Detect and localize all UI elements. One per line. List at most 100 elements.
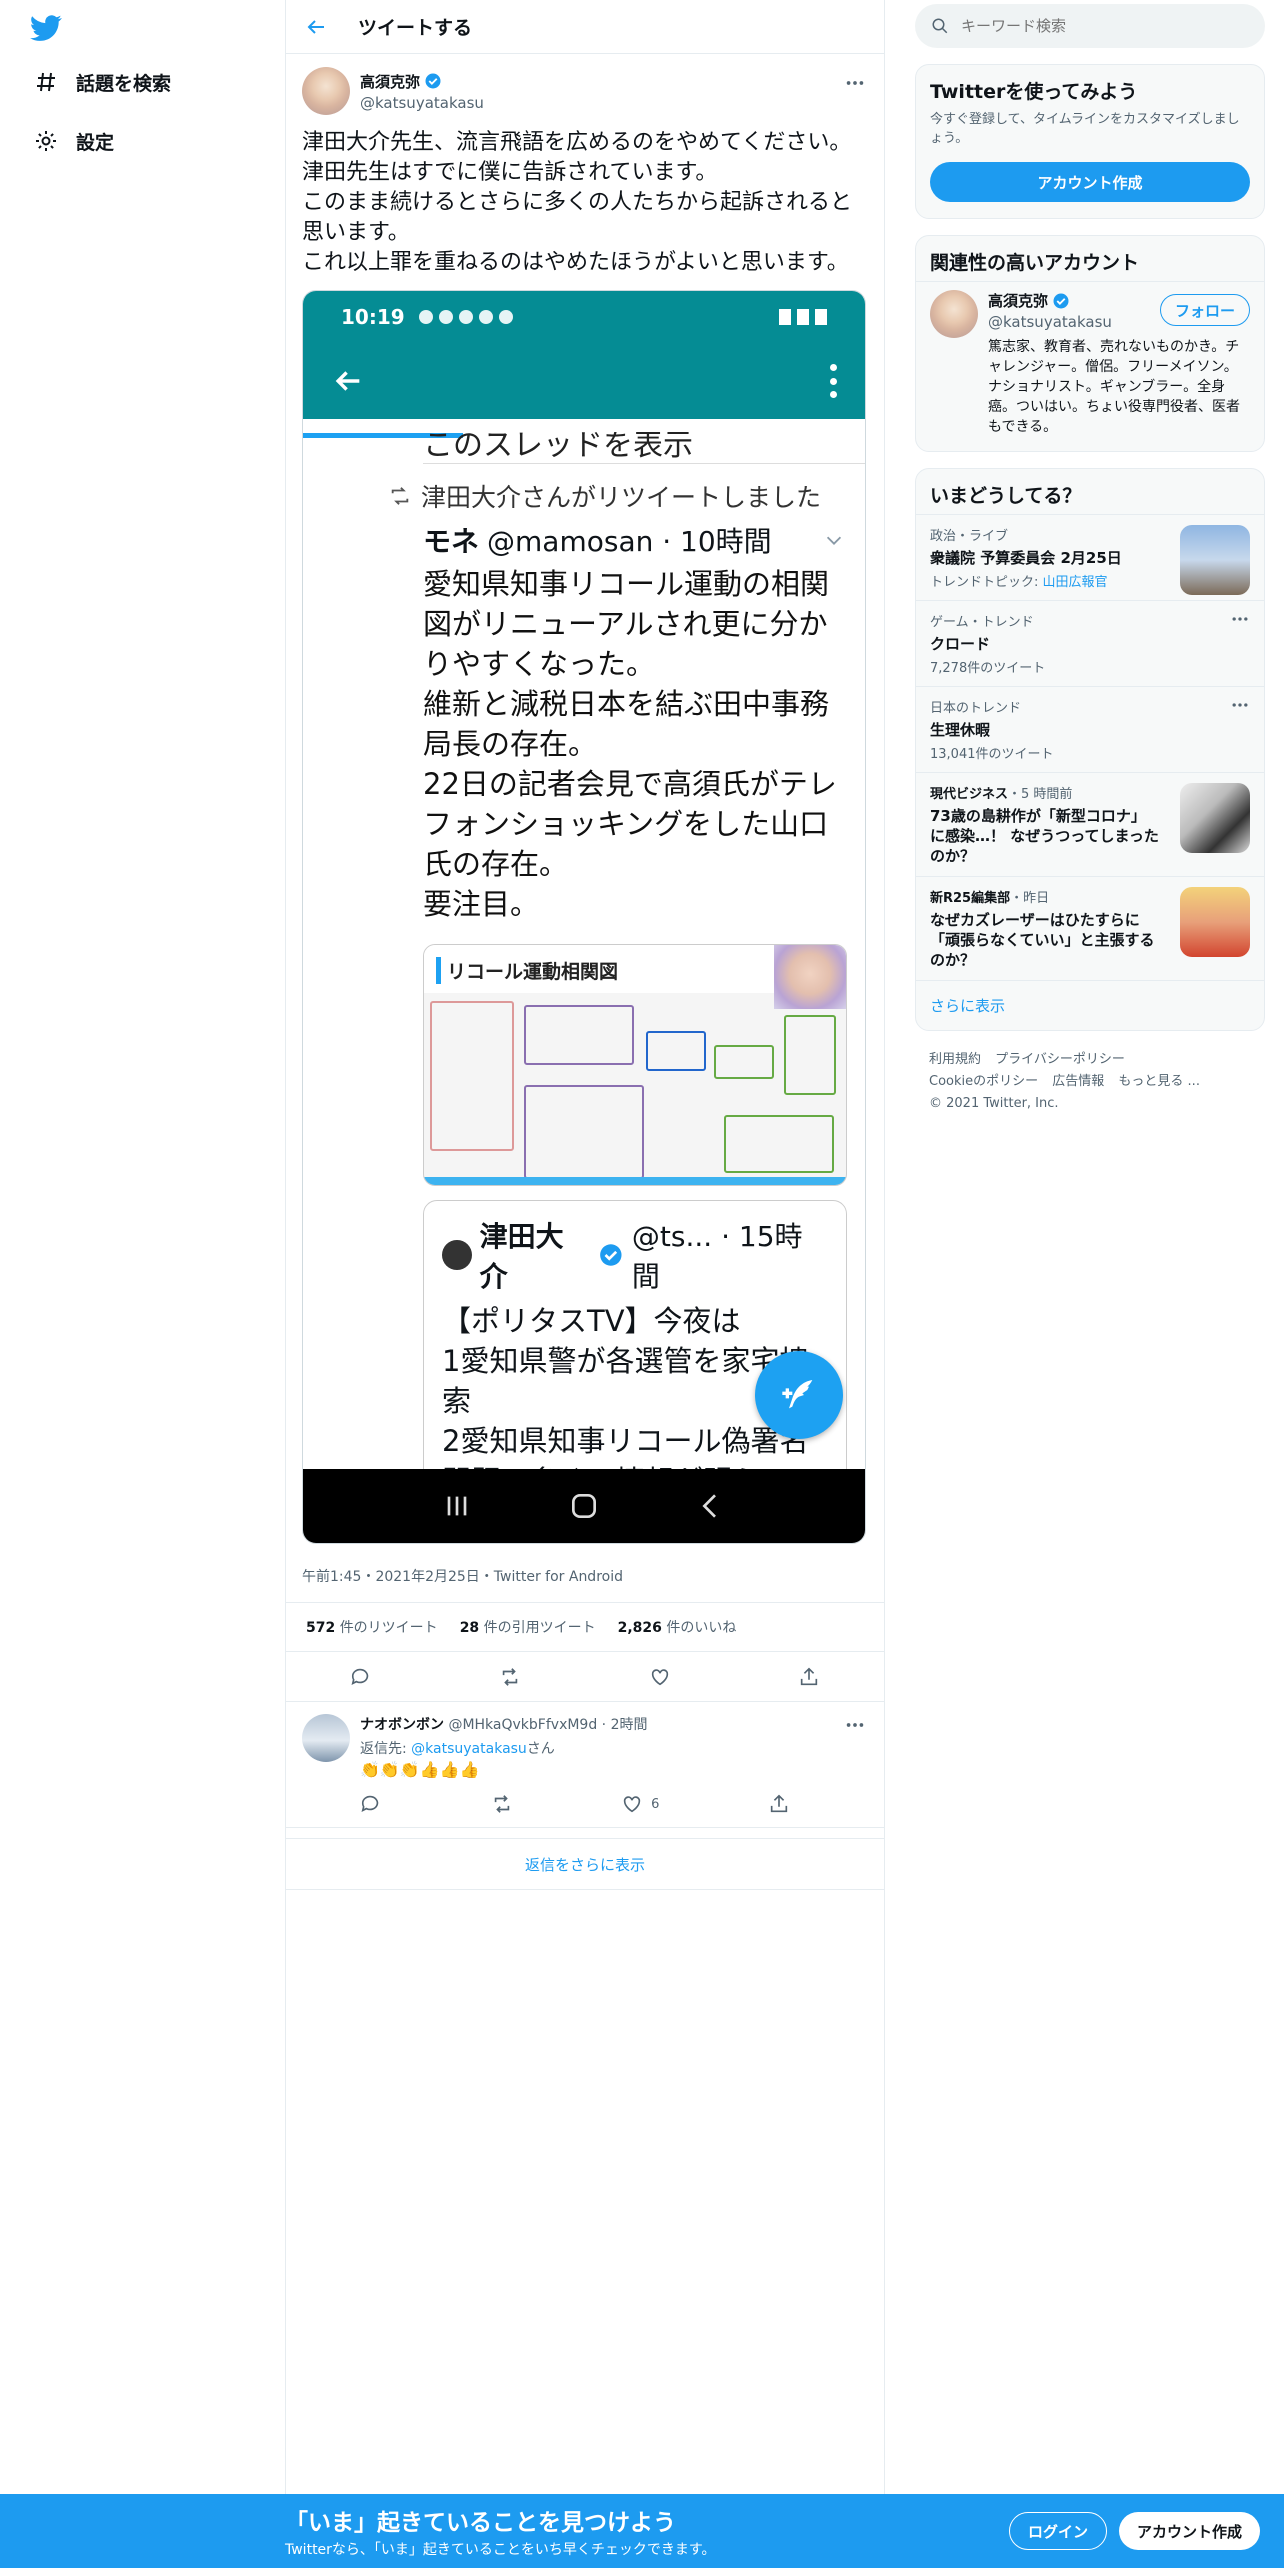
tweet-stats: 572 件のリツイート 28 件の引用ツイート 2,826 件のいいね <box>286 1603 884 1652</box>
nav-explore[interactable]: 話題を検索 <box>34 62 171 102</box>
attached-screenshot[interactable]: 10:19 このスレッドを表示 津田大介さんがリツイートしました モネ @mam… <box>302 290 866 1544</box>
more-options-icon[interactable] <box>1230 695 1250 715</box>
trends-title: いまどうしてる？ <box>930 485 1082 507</box>
copyright: © 2021 Twitter, Inc. <box>929 1096 1059 1111</box>
retweets-stat[interactable]: 572 件のリツイート <box>306 1617 438 1637</box>
avatar[interactable] <box>930 290 978 338</box>
reply-icon[interactable] <box>350 1666 372 1688</box>
twitter-logo-icon[interactable] <box>30 12 62 44</box>
news-item[interactable]: 新R25編集部・昨日 なぜカズレーザーはひたすらに「頑張らなくていい」と主張する… <box>916 876 1264 980</box>
main-tweet: 高須克弥 @katsuyatakasu 津田大介先生、流言飛語を広めるのをやめて… <box>286 54 884 1544</box>
reply-to-link[interactable]: @katsuyatakasu <box>411 1741 527 1757</box>
reply-actions: 6 <box>360 1793 790 1815</box>
tweet-meta: 午前1:45・2021年2月25日・Twitter for Android <box>286 1550 884 1603</box>
share-icon[interactable] <box>768 1793 790 1815</box>
footer-link[interactable]: 利用規約 <box>929 1052 981 1067</box>
news-item[interactable]: 現代ビジネス・5 時間前 73歳の島耕作が「新型コロナ」に感染…！ なぜうつって… <box>916 772 1264 876</box>
show-more-trends[interactable]: さらに表示 <box>916 980 1264 1030</box>
like-icon[interactable] <box>621 1793 643 1815</box>
back-arrow-icon[interactable] <box>304 15 328 39</box>
author-name[interactable]: 高須克弥 <box>360 71 420 92</box>
inner-tweet-text: 愛知県知事リコール運動の相関図がリニューアルされ更に分かりやすくなった。 維新と… <box>423 567 837 921</box>
signup-button[interactable]: アカウント作成 <box>1118 2512 1260 2550</box>
main-column: ツイートする 高須克弥 @katsuyatakasu 津田大介先生、流言飛語を広… <box>285 0 885 2500</box>
search-input[interactable] <box>961 17 1221 35</box>
notification-icons <box>418 310 513 324</box>
more-options-icon[interactable] <box>844 72 866 94</box>
banner-sub: Twitterなら、「いま」起きていることをいち早くチェックできます。 <box>285 2542 716 2558</box>
retweet-icon[interactable] <box>499 1666 521 1688</box>
reply-text: 👏👏👏👍👍👍 <box>360 1760 480 1779</box>
trend-tweet-count: 7,278件のツイート <box>930 661 1046 676</box>
footer-link[interactable]: プライバシーポリシー <box>995 1052 1125 1067</box>
nav-settings[interactable]: 設定 <box>34 121 114 161</box>
footer-link[interactable]: Cookieのポリシー <box>929 1074 1038 1089</box>
more-options-icon[interactable] <box>1230 609 1250 629</box>
verified-badge-icon <box>600 1244 622 1266</box>
signup-card-sub: 今すぐ登録して、タイムラインをカスタマイズしましょう。 <box>930 112 1240 146</box>
retweeted-by: 津田大介さんがリツイートしました <box>421 483 822 512</box>
recall-diagram-title: リコール運動相関図 <box>436 957 618 984</box>
show-thread-text: このスレッドを表示 <box>423 432 865 464</box>
trend-item[interactable]: 政治・ライブ 衆議院 予算委員会 2月25日 トレンドトピック: 山田広報官 <box>916 514 1264 600</box>
avatar[interactable] <box>302 1714 350 1762</box>
related-account[interactable]: 高須克弥 @katsuyatakasu 篤志家、教育者、売れないものかき。チャレ… <box>916 281 1264 451</box>
portrait-thumbnail <box>774 945 846 1009</box>
account-bio: 篤志家、教育者、売れないものかき。チャレンジャー。僧侶。フリーメイソン。ナショナ… <box>988 339 1240 435</box>
retweet-icon <box>391 487 409 505</box>
reply-like[interactable]: 6 <box>621 1793 659 1815</box>
reply-author-name[interactable]: ナオボンボン <box>360 1717 444 1733</box>
trend-item[interactable]: 日本のトレンド 生理休暇 13,041件のツイート <box>916 686 1264 772</box>
quoted-tweet: 津田大介 @ts... · 15時間 【ポリタスTV】今夜は 1愛知県警が各選管… <box>423 1200 847 1500</box>
tweet-text: 津田大介先生、流言飛語を広めるのをやめてください。 津田先生はすでに僕に告訴され… <box>302 130 853 275</box>
search-icon <box>932 18 948 34</box>
status-time: 10:19 <box>341 305 405 329</box>
compose-fab-icon <box>755 1351 843 1439</box>
avatar <box>442 1240 472 1270</box>
reply-tweet[interactable]: ナオボンボン @MHkaQvkbFfvxM9d · 2時間 返信先: @kats… <box>286 1702 884 1828</box>
overflow-menu-icon <box>829 364 837 398</box>
login-button[interactable]: ログイン <box>1008 2512 1107 2550</box>
reply-icon[interactable] <box>360 1793 382 1815</box>
related-accounts-card: 関連性の高いアカウント 高須克弥 @katsuyatakasu 篤志家、教育者、… <box>915 235 1265 452</box>
inner-handle-time: @mamosan · 10時間 <box>487 525 772 558</box>
chevron-down-icon <box>826 536 842 545</box>
trend-item[interactable]: ゲーム・トレンド クロード 7,278件のツイート <box>916 600 1264 686</box>
avatar[interactable] <box>302 67 350 115</box>
signup-banner: 「いま」起きていることを見つけよう Twitterなら、「いま」起きていることを… <box>0 2494 1284 2568</box>
home-icon <box>571 1494 596 1518</box>
signup-card-title: Twitterを使ってみよう <box>930 81 1138 103</box>
recall-diagram-image: リコール運動相関図 <box>423 944 847 1186</box>
right-sidebar: Twitterを使ってみよう 今すぐ登録して、タイムラインをカスタマイズしましょ… <box>915 0 1265 1115</box>
inner-tweet: 津田大介さんがリツイートしました モネ @mamosan · 10時間 愛知県知… <box>303 478 865 1500</box>
share-icon[interactable] <box>798 1666 820 1688</box>
more-options-icon[interactable] <box>844 1714 866 1736</box>
quote-author-name: 津田大介 <box>479 1220 564 1293</box>
account-name[interactable]: 高須克弥 <box>988 290 1048 311</box>
show-more-replies[interactable]: 返信をさらに表示 <box>286 1838 884 1890</box>
author-handle[interactable]: @katsuyatakasu <box>360 94 484 112</box>
tweet-actions <box>286 1652 884 1702</box>
android-status-bar: 10:19 <box>303 291 865 343</box>
retweet-icon[interactable] <box>491 1793 513 1815</box>
quotes-stat[interactable]: 28 件の引用ツイート <box>460 1617 596 1637</box>
footer-link[interactable]: 広告情報 <box>1052 1074 1104 1089</box>
follow-button[interactable]: フォロー <box>1159 294 1250 326</box>
footer-link[interactable]: もっと見る ... <box>1118 1074 1200 1089</box>
like-icon[interactable] <box>649 1666 671 1688</box>
create-account-button[interactable]: アカウント作成 <box>930 162 1250 202</box>
trend-thumbnail <box>1180 525 1250 595</box>
trend-tweet-count: 13,041件のツイート <box>930 747 1054 762</box>
reply-like-count: 6 <box>651 1796 660 1812</box>
verified-badge-icon <box>1053 293 1069 308</box>
trend-topic-link[interactable]: 山田広報官 <box>1043 575 1108 590</box>
signup-card: Twitterを使ってみよう 今すぐ登録して、タイムラインをカスタマイズしましょ… <box>915 64 1265 219</box>
likes-stat[interactable]: 2,826 件のいいね <box>618 1617 737 1637</box>
reply-handle-time: @MHkaQvkbFfvxM9d · 2時間 <box>448 1717 648 1733</box>
tweet-author[interactable]: 高須克弥 @katsuyatakasu <box>302 66 868 116</box>
trend-name: 生理休暇 <box>930 721 991 739</box>
gear-icon <box>36 131 56 151</box>
news-thumbnail <box>1180 887 1250 957</box>
search-box[interactable] <box>915 4 1265 48</box>
footer-links: 利用規約 プライバシーポリシー Cookieのポリシー 広告情報 もっと見る .… <box>915 1049 1265 1115</box>
